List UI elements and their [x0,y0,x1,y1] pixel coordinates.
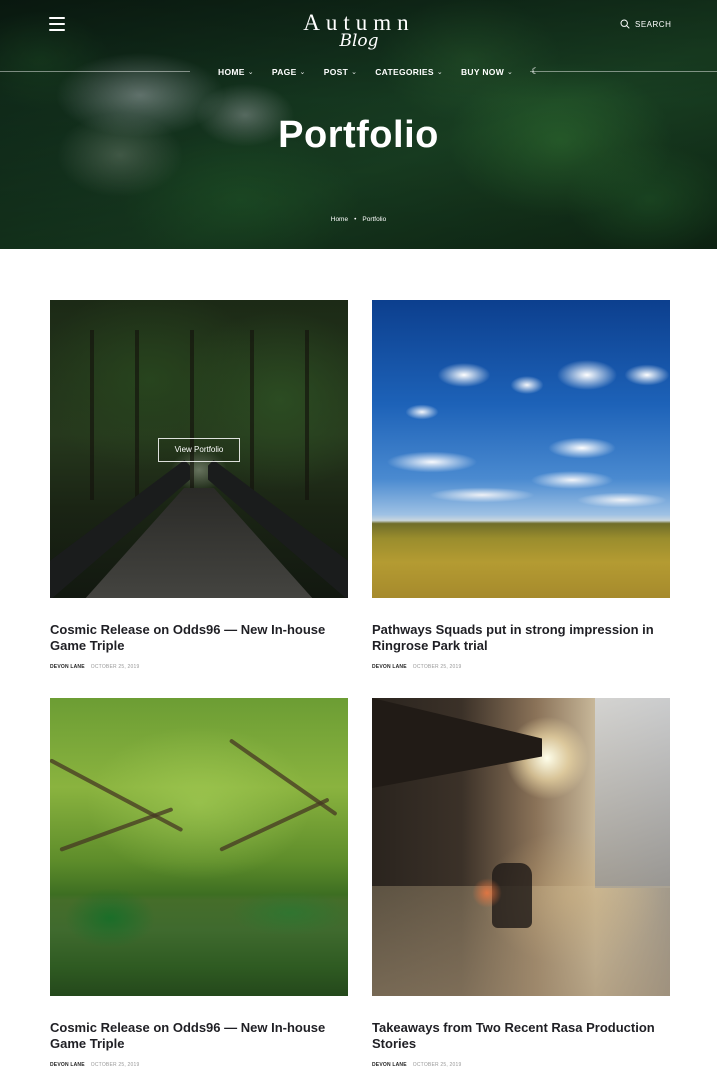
portfolio-image-forest-bridge[interactable]: View Portfolio [50,300,348,598]
post-author[interactable]: DEVON LANE [50,664,85,670]
post-title[interactable]: Cosmic Release on Odds96 — New In-house … [50,1020,348,1052]
nav-label: CATEGORIES [375,66,434,77]
nav-divider-left [0,71,190,72]
nav-item-buy-now[interactable]: BUY NOW ⌄ [461,67,513,77]
chevron-down-icon: ⌄ [507,68,514,76]
post-author[interactable]: DEVON LANE [372,664,407,670]
post-meta: DEVON LANE OCTOBER 25, 2019 [50,1062,139,1068]
nav-item-page[interactable]: PAGE ⌄ [272,67,306,77]
nav-label: POST [323,66,349,77]
search-icon [620,19,630,29]
post-meta: DEVON LANE OCTOBER 25, 2019 [372,1062,461,1068]
hamburger-menu-icon[interactable] [49,17,65,31]
nav-item-categories[interactable]: CATEGORIES ⌄ [375,67,443,77]
breadcrumb-home-link[interactable]: Home [331,216,348,223]
portfolio-image-sky-field[interactable] [372,300,670,598]
nav-label: PAGE [271,66,297,77]
breadcrumb: Home • Portfolio [0,216,717,223]
search-label: SEARCH [635,19,672,29]
post-meta: DEVON LANE OCTOBER 25, 2019 [50,664,139,670]
post-author[interactable]: DEVON LANE [50,1062,85,1068]
portfolio-image-mangrove-river[interactable] [50,698,348,996]
page-title: Portfolio [278,114,439,156]
portfolio-card: Pathways Squads put in strong impression… [372,300,670,670]
post-date: OCTOBER 25, 2019 [90,1062,140,1068]
post-title[interactable]: Cosmic Release on Odds96 — New In-house … [50,622,348,654]
post-title[interactable]: Pathways Squads put in strong impression… [372,622,670,654]
post-author[interactable]: DEVON LANE [372,1062,407,1068]
search-button[interactable]: SEARCH [620,19,671,29]
site-logo[interactable]: Autumn Blog [300,10,418,58]
portfolio-card: Takeaways from Two Recent Rasa Productio… [372,698,670,1068]
chevron-down-icon: ⌄ [436,68,443,76]
breadcrumb-separator: • [354,216,357,223]
chevron-down-icon: ⌄ [351,68,358,76]
post-date: OCTOBER 25, 2019 [412,1062,462,1068]
portfolio-card: Cosmic Release on Odds96 — New In-house … [50,698,348,1068]
breadcrumb-current: Portfolio [362,216,387,223]
main-nav: HOME ⌄ PAGE ⌄ POST ⌄ CATEGORIES ⌄ BUY NO… [218,66,539,77]
hero-banner: Autumn Blog SEARCH HOME ⌄ PAGE ⌄ POST ⌄ … [0,0,717,249]
nav-item-post[interactable]: POST ⌄ [324,67,358,77]
view-portfolio-button[interactable]: View Portfolio [158,438,240,462]
nav-label: BUY NOW [460,66,505,77]
nav-divider-right [530,71,717,72]
post-title[interactable]: Takeaways from Two Recent Rasa Productio… [372,1020,670,1052]
nav-item-home[interactable]: HOME ⌄ [218,67,254,77]
post-date: OCTOBER 25, 2019 [90,664,140,670]
chevron-down-icon: ⌄ [299,68,306,76]
post-meta: DEVON LANE OCTOBER 25, 2019 [372,664,461,670]
portfolio-image-sunny-street[interactable] [372,698,670,996]
dark-mode-toggle-icon[interactable]: ☾ [531,66,539,77]
portfolio-card: View Portfolio Cosmic Release on Odds96 … [50,300,348,670]
chevron-down-icon: ⌄ [247,68,254,76]
post-date: OCTOBER 25, 2019 [412,664,462,670]
nav-label: HOME [218,66,245,77]
